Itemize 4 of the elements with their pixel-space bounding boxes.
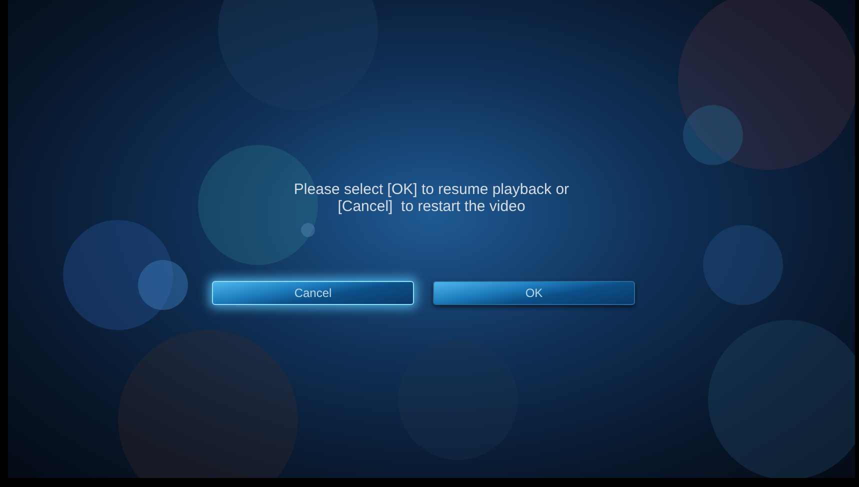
dialog-button[interactable]: OK xyxy=(433,281,635,305)
dialog-message-line: Please select [OK] to resume playback or xyxy=(294,181,570,198)
dialog-button[interactable]: Cancel xyxy=(212,281,414,305)
dialog-message-line: [Cancel] to restart the video xyxy=(338,198,526,215)
